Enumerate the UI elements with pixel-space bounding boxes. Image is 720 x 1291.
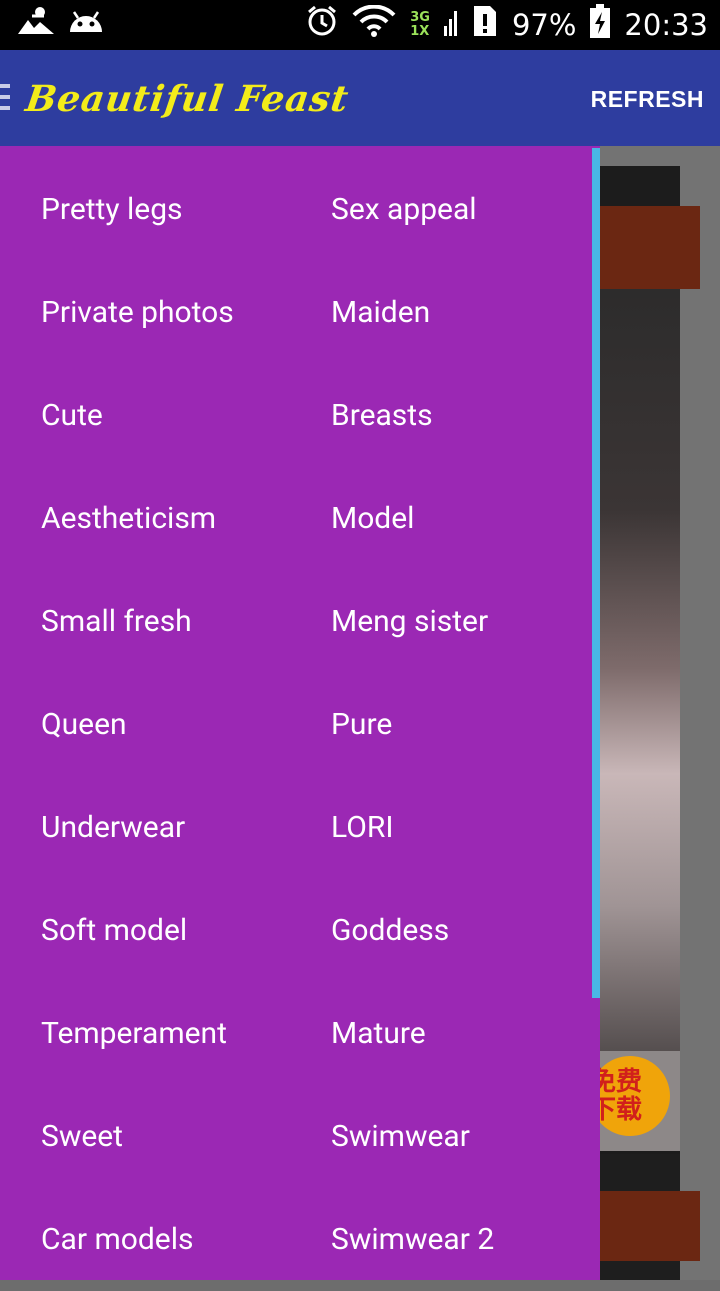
badge-line-2: 下载 [590, 1095, 643, 1125]
drawer-category-item[interactable]: Mature [290, 982, 590, 1085]
wifi-icon [352, 4, 396, 45]
drawer-category-item[interactable]: Pure [290, 673, 590, 776]
drawer-category-item[interactable]: Meng sister [290, 570, 590, 673]
feed-card[interactable]: 免费 下载 [590, 166, 680, 1276]
drawer-category-item[interactable]: Small fresh [0, 570, 290, 673]
drawer-category-item[interactable]: Sweet [0, 1085, 290, 1188]
category-grid: Pretty legs Sex appeal Private photos Maide… [0, 158, 590, 1291]
battery-charging-icon [590, 4, 611, 46]
network-3g-label: 3G [410, 10, 430, 25]
alarm-icon [306, 5, 338, 45]
drawer-category-item[interactable]: Underwear [0, 776, 290, 879]
network-type: 3G 1X [410, 11, 430, 39]
drawer-category-item[interactable]: Breasts [290, 364, 590, 467]
clock: 20:33 [624, 8, 708, 42]
drawer-category-item[interactable]: Cute [0, 364, 290, 467]
ad-banner[interactable] [600, 206, 700, 289]
status-bar: 3G 1X 97% 20:33 [0, 0, 720, 50]
navigation-drawer: Pretty legs Sex appeal Private photos Maide… [0, 146, 600, 1280]
drawer-category-item[interactable]: Model [290, 467, 590, 570]
drawer-category-item[interactable]: LORI [290, 776, 590, 879]
feed-content: 免费 下载 [590, 146, 720, 1280]
app-bar: Beautiful Feast REFRESH [0, 50, 720, 146]
picture-icon [18, 6, 54, 44]
drawer-category-item[interactable]: Swimwear [290, 1085, 590, 1188]
drawer-category-item[interactable]: Private photos [0, 261, 290, 364]
feed-photo [600, 246, 680, 1126]
drawer-category-item[interactable]: Aestheticism [0, 467, 290, 570]
battery-percent: 97% [511, 8, 577, 42]
drawer-category-item[interactable]: Swimwear 2 [290, 1188, 590, 1291]
hamburger-menu-icon[interactable] [0, 84, 10, 114]
free-download-badge[interactable]: 免费 下载 [590, 1056, 670, 1136]
drawer-category-item[interactable]: Queen [0, 673, 290, 776]
android-icon [68, 6, 104, 44]
network-1x-label: 1X [410, 24, 430, 39]
drawer-category-item[interactable]: Goddess [290, 879, 590, 982]
drawer-category-item[interactable]: Car models [0, 1188, 290, 1291]
ad-banner[interactable] [600, 1191, 700, 1261]
refresh-button[interactable]: REFRESH [591, 86, 704, 113]
app-logo-title: Beautiful Feast [23, 78, 352, 120]
drawer-category-item[interactable]: Temperament [0, 982, 290, 1085]
drawer-category-item[interactable]: Sex appeal [290, 158, 590, 261]
drawer-category-item[interactable]: Maiden [290, 261, 590, 364]
drawer-scrollbar[interactable] [592, 148, 600, 998]
sim-alert-icon [472, 4, 498, 46]
badge-line-1: 免费 [590, 1067, 643, 1097]
drawer-category-item[interactable]: Pretty legs [0, 158, 290, 261]
signal-icon [443, 6, 458, 44]
drawer-category-item[interactable]: Soft model [0, 879, 290, 982]
